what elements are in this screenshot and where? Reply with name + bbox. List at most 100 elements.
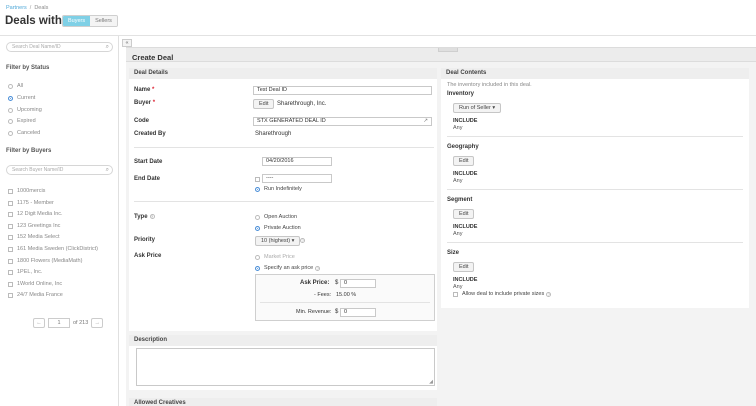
buyer-list-item[interactable]: 152 Media Select — [8, 233, 60, 241]
geography-include-label: INCLUDE — [453, 171, 478, 177]
buyer-list-item[interactable]: 1PEL, Inc. — [8, 268, 42, 276]
created-by-value: Sharethrough — [255, 131, 292, 137]
status-option-canceled[interactable]: Canceled — [8, 129, 40, 137]
end-date-input[interactable]: ---- — [262, 174, 332, 183]
status-option-upcoming[interactable]: Upcoming — [8, 106, 42, 114]
buyer-name: 161 Media Sweden (ClickDistrict) — [17, 246, 98, 252]
radio-icon[interactable] — [8, 130, 13, 136]
prev-page-button[interactable]: ← — [33, 317, 45, 328]
min-revenue-input[interactable]: 0 — [340, 308, 376, 317]
breadcrumb-current: Deals — [34, 5, 49, 11]
radio-checked-icon[interactable] — [8, 95, 13, 101]
ask-price-field-label: Ask Price: — [300, 280, 330, 286]
drag-handle[interactable] — [438, 48, 458, 52]
help-icon[interactable]: ? — [300, 238, 305, 243]
radio-checked-icon[interactable] — [255, 265, 260, 271]
page-number-input[interactable]: 1 — [48, 317, 70, 328]
buyer-list-item[interactable]: 123 Greetings Inc — [8, 222, 60, 230]
search-deal-input[interactable]: Search Deal Name/ID ⌕ — [6, 42, 113, 52]
checkbox-icon[interactable] — [8, 188, 13, 194]
description-textarea[interactable]: ◢ — [136, 348, 435, 386]
checkbox-icon[interactable] — [8, 246, 13, 252]
inventory-dropdown[interactable]: Run of Seller ▾ — [453, 103, 502, 113]
radio-icon[interactable] — [8, 83, 13, 89]
priority-dropdown[interactable]: 10 (highest) ▾ — [255, 236, 301, 246]
checkbox-icon[interactable] — [453, 291, 458, 297]
resize-handle-icon[interactable]: ◢ — [429, 379, 433, 385]
size-title: Size — [447, 250, 460, 256]
ask-price-input[interactable]: 0 — [340, 279, 376, 288]
buyer-label: Buyer * — [134, 100, 155, 106]
help-icon[interactable]: ? — [546, 291, 552, 297]
status-label: Canceled — [17, 130, 41, 136]
specify-ask-price-option[interactable]: Specify an ask price? — [255, 264, 321, 272]
buyer-list-item[interactable]: 1175 - Member — [8, 199, 54, 207]
checkbox-icon[interactable] — [8, 269, 13, 275]
run-indefinitely-option[interactable]: Run Indefinitely — [255, 185, 302, 193]
buyer-list-item[interactable]: 1World Online, Inc — [8, 280, 62, 288]
buyer-name: 1175 - Member — [17, 200, 54, 206]
market-price-option[interactable]: Market Price — [255, 253, 295, 261]
next-page-button[interactable]: → — [91, 317, 104, 328]
deal-code-input[interactable]: STX GENERATED DEAL ID ↗ — [253, 117, 432, 126]
help-icon[interactable]: ? — [315, 265, 321, 271]
buyer-edit-button[interactable]: Edit — [253, 99, 275, 109]
breadcrumb-partners-link[interactable]: Partners — [6, 5, 27, 11]
checkbox-icon[interactable] — [8, 200, 13, 206]
checkbox-icon[interactable] — [8, 223, 13, 229]
buyer-list-item[interactable]: 1000mercis — [8, 187, 45, 195]
size-include-label: INCLUDE — [453, 277, 478, 283]
status-option-current[interactable]: Current — [8, 94, 35, 102]
geography-title: Geography — [447, 144, 479, 150]
radio-icon[interactable] — [255, 254, 260, 260]
status-option-expired[interactable]: Expired — [8, 117, 36, 125]
status-option-all[interactable]: All — [8, 82, 23, 90]
name-label: Name * — [134, 87, 154, 93]
page-count: of 213 — [73, 319, 89, 326]
radio-checked-icon[interactable] — [255, 225, 260, 231]
breadcrumb: Partners / Deals — [6, 5, 48, 11]
private-auction-option[interactable]: Private Auction — [255, 224, 301, 232]
help-icon[interactable]: ? — [149, 214, 155, 219]
generate-code-icon[interactable]: ↗ — [423, 118, 428, 125]
segment-edit-button[interactable]: Edit — [453, 209, 475, 219]
geography-edit-button[interactable]: Edit — [453, 156, 475, 166]
buyer-name: 1PEL, Inc. — [17, 269, 43, 275]
status-label: Current — [17, 95, 36, 101]
status-label: All — [17, 83, 24, 89]
deal-name-input[interactable]: Test Deal ID — [253, 86, 432, 95]
radio-icon[interactable] — [8, 107, 13, 113]
filter-status-title: Filter by Status — [6, 65, 50, 71]
run-indefinitely-label: Run Indefinitely — [264, 186, 302, 192]
search-buyer-input[interactable]: Search Buyer Name/ID ⌕ — [6, 165, 113, 175]
radio-icon[interactable] — [255, 214, 260, 220]
radio-icon[interactable] — [8, 118, 13, 124]
search-icon: ⌕ — [105, 44, 109, 50]
checkbox-icon[interactable] — [8, 211, 13, 217]
sellers-toggle-button[interactable]: Sellers — [90, 16, 117, 26]
radio-checked-icon[interactable] — [255, 186, 260, 192]
collapse-sidebar-button[interactable]: « — [122, 39, 132, 47]
buyer-list-item[interactable]: 24/7 Media France — [8, 291, 63, 299]
start-date-input[interactable]: 04/20/2016 — [262, 157, 332, 166]
status-label: Upcoming — [17, 107, 42, 113]
open-auction-option[interactable]: Open Auction — [255, 213, 297, 221]
buyer-list-item[interactable]: 12 Digit Media Inc. — [8, 210, 63, 218]
checkbox-icon[interactable] — [255, 176, 260, 182]
buyer-list-item[interactable]: 1800 Flowers (MediaMath) — [8, 257, 82, 265]
size-edit-button[interactable]: Edit — [453, 262, 475, 272]
price-divider — [260, 302, 430, 303]
private-sizes-label: Allow deal to include private sizes — [462, 291, 545, 297]
checkbox-icon[interactable] — [8, 281, 13, 287]
checkbox-icon[interactable] — [8, 234, 13, 240]
checkbox-icon[interactable] — [8, 258, 13, 264]
min-revenue-label: Min. Revenue: — [296, 309, 332, 315]
deal-details-heading: Deal Details — [129, 68, 437, 79]
buyers-toggle-button[interactable]: Buyers — [63, 16, 91, 26]
search-buyer-placeholder: Search Buyer Name/ID — [12, 167, 64, 173]
type-label-text: Type — [134, 214, 148, 221]
private-sizes-option[interactable]: Allow deal to include private sizes? — [453, 290, 552, 298]
checkbox-icon[interactable] — [8, 292, 13, 298]
buyer-list-item[interactable]: 161 Media Sweden (ClickDistrict) — [8, 245, 98, 253]
deal-code-value: STX GENERATED DEAL ID — [257, 118, 326, 124]
